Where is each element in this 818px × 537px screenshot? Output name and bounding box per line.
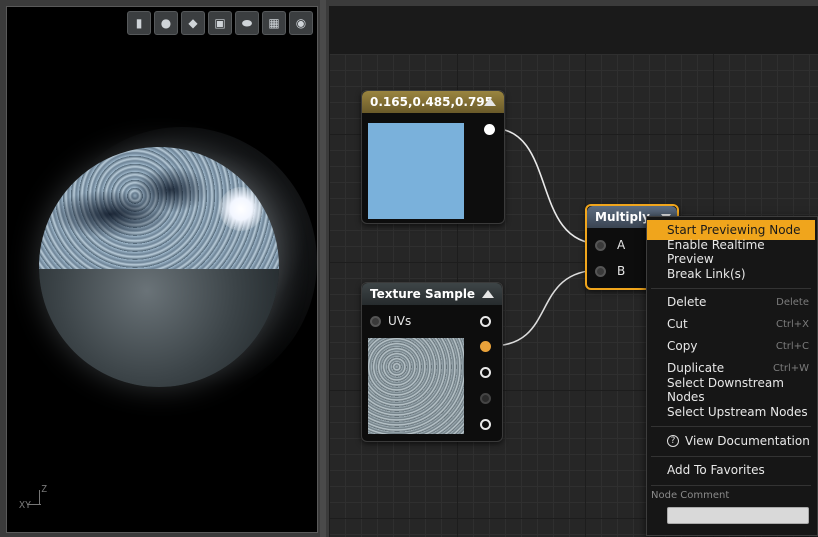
r-output-pin[interactable] [480, 341, 491, 352]
g-output-pin[interactable] [480, 367, 491, 378]
shortcut-label: Delete [776, 296, 809, 308]
output-pin[interactable] [484, 124, 495, 135]
menu-separator [651, 456, 811, 457]
editor-frame: ▮ ● ◆ ▣ ⬬ ▦ ◉ Z XY 0.165,0.485,0.795 Tex… [0, 0, 818, 537]
panel-splitter[interactable] [320, 0, 326, 537]
menu-separator [651, 426, 811, 427]
menu-view-documentation[interactable]: ? View Documentation [647, 431, 815, 451]
realtime-icon[interactable]: ◉ [289, 11, 313, 35]
teapot-icon[interactable]: ⬬ [235, 11, 259, 35]
b-pin-label: B [617, 264, 626, 278]
menu-break-links[interactable]: Break Link(s) [647, 264, 815, 284]
uvs-pin-label: UVs [388, 314, 412, 328]
menu-copy[interactable]: Copy Ctrl+C [647, 336, 815, 356]
axis-z-label: Z [41, 484, 48, 495]
rgb-output-pin[interactable] [480, 316, 491, 327]
a-input-pin[interactable] [595, 240, 606, 251]
collapse-arrow-icon[interactable] [484, 98, 496, 106]
viewport-toolbar: ▮ ● ◆ ▣ ⬬ ▦ ◉ [127, 11, 313, 35]
shortcut-label: Ctrl+X [775, 318, 809, 330]
node-title: 0.165,0.485,0.795 [362, 91, 504, 113]
menu-separator [651, 288, 811, 289]
a-output-pin[interactable] [480, 419, 491, 430]
constant-node-title: 0.165,0.485,0.795 [370, 95, 493, 109]
sphere-icon[interactable]: ● [154, 11, 178, 35]
constant-vector-node[interactable]: 0.165,0.485,0.795 [361, 90, 505, 224]
plane-icon[interactable]: ◆ [181, 11, 205, 35]
shortcut-label: Ctrl+C [775, 340, 809, 352]
help-icon: ? [667, 435, 679, 447]
a-pin-label: A [617, 238, 626, 252]
menu-select-downstream-nodes[interactable]: Select Downstream Nodes [647, 376, 815, 404]
shortcut-label: Ctrl+W [772, 362, 809, 374]
texture-sample-node[interactable]: Texture Sample UVs [361, 282, 503, 442]
node-comment-input[interactable] [667, 507, 809, 524]
preview-viewport[interactable]: ▮ ● ◆ ▣ ⬬ ▦ ◉ Z XY [6, 6, 318, 533]
b-output-pin[interactable] [480, 393, 491, 404]
grid-icon[interactable]: ▦ [262, 11, 286, 35]
menu-start-previewing-node[interactable]: Start Previewing Node [647, 220, 815, 240]
uvs-input-pin[interactable] [370, 316, 381, 327]
collapse-arrow-icon[interactable] [482, 290, 494, 298]
node-comment-heading: Node Comment [651, 490, 730, 501]
menu-cut[interactable]: Cut Ctrl+X [647, 314, 815, 334]
multiply-node-title: Multiply [595, 210, 650, 224]
menu-separator [651, 485, 811, 486]
sphere-specular-highlight [219, 187, 263, 231]
texture-thumbnail [368, 338, 464, 434]
menu-select-upstream-nodes[interactable]: Select Upstream Nodes [647, 402, 815, 422]
menu-duplicate[interactable]: Duplicate Ctrl+W [647, 358, 815, 378]
menu-add-to-favorites[interactable]: Add To Favorites [647, 460, 815, 480]
axis-xy-label: XY [19, 500, 32, 511]
texture-node-title: Texture Sample [370, 287, 476, 301]
cube-icon[interactable]: ▣ [208, 11, 232, 35]
node-title: Texture Sample [362, 283, 502, 305]
cylinder-icon[interactable]: ▮ [127, 11, 151, 35]
node-context-menu: Start Previewing Node Enable Realtime Pr… [646, 216, 818, 536]
menu-delete[interactable]: Delete Delete [647, 292, 815, 312]
color-swatch [368, 123, 464, 219]
preview-sphere [39, 147, 279, 387]
b-input-pin[interactable] [595, 266, 606, 277]
menu-enable-realtime-preview[interactable]: Enable Realtime Preview [647, 238, 815, 266]
